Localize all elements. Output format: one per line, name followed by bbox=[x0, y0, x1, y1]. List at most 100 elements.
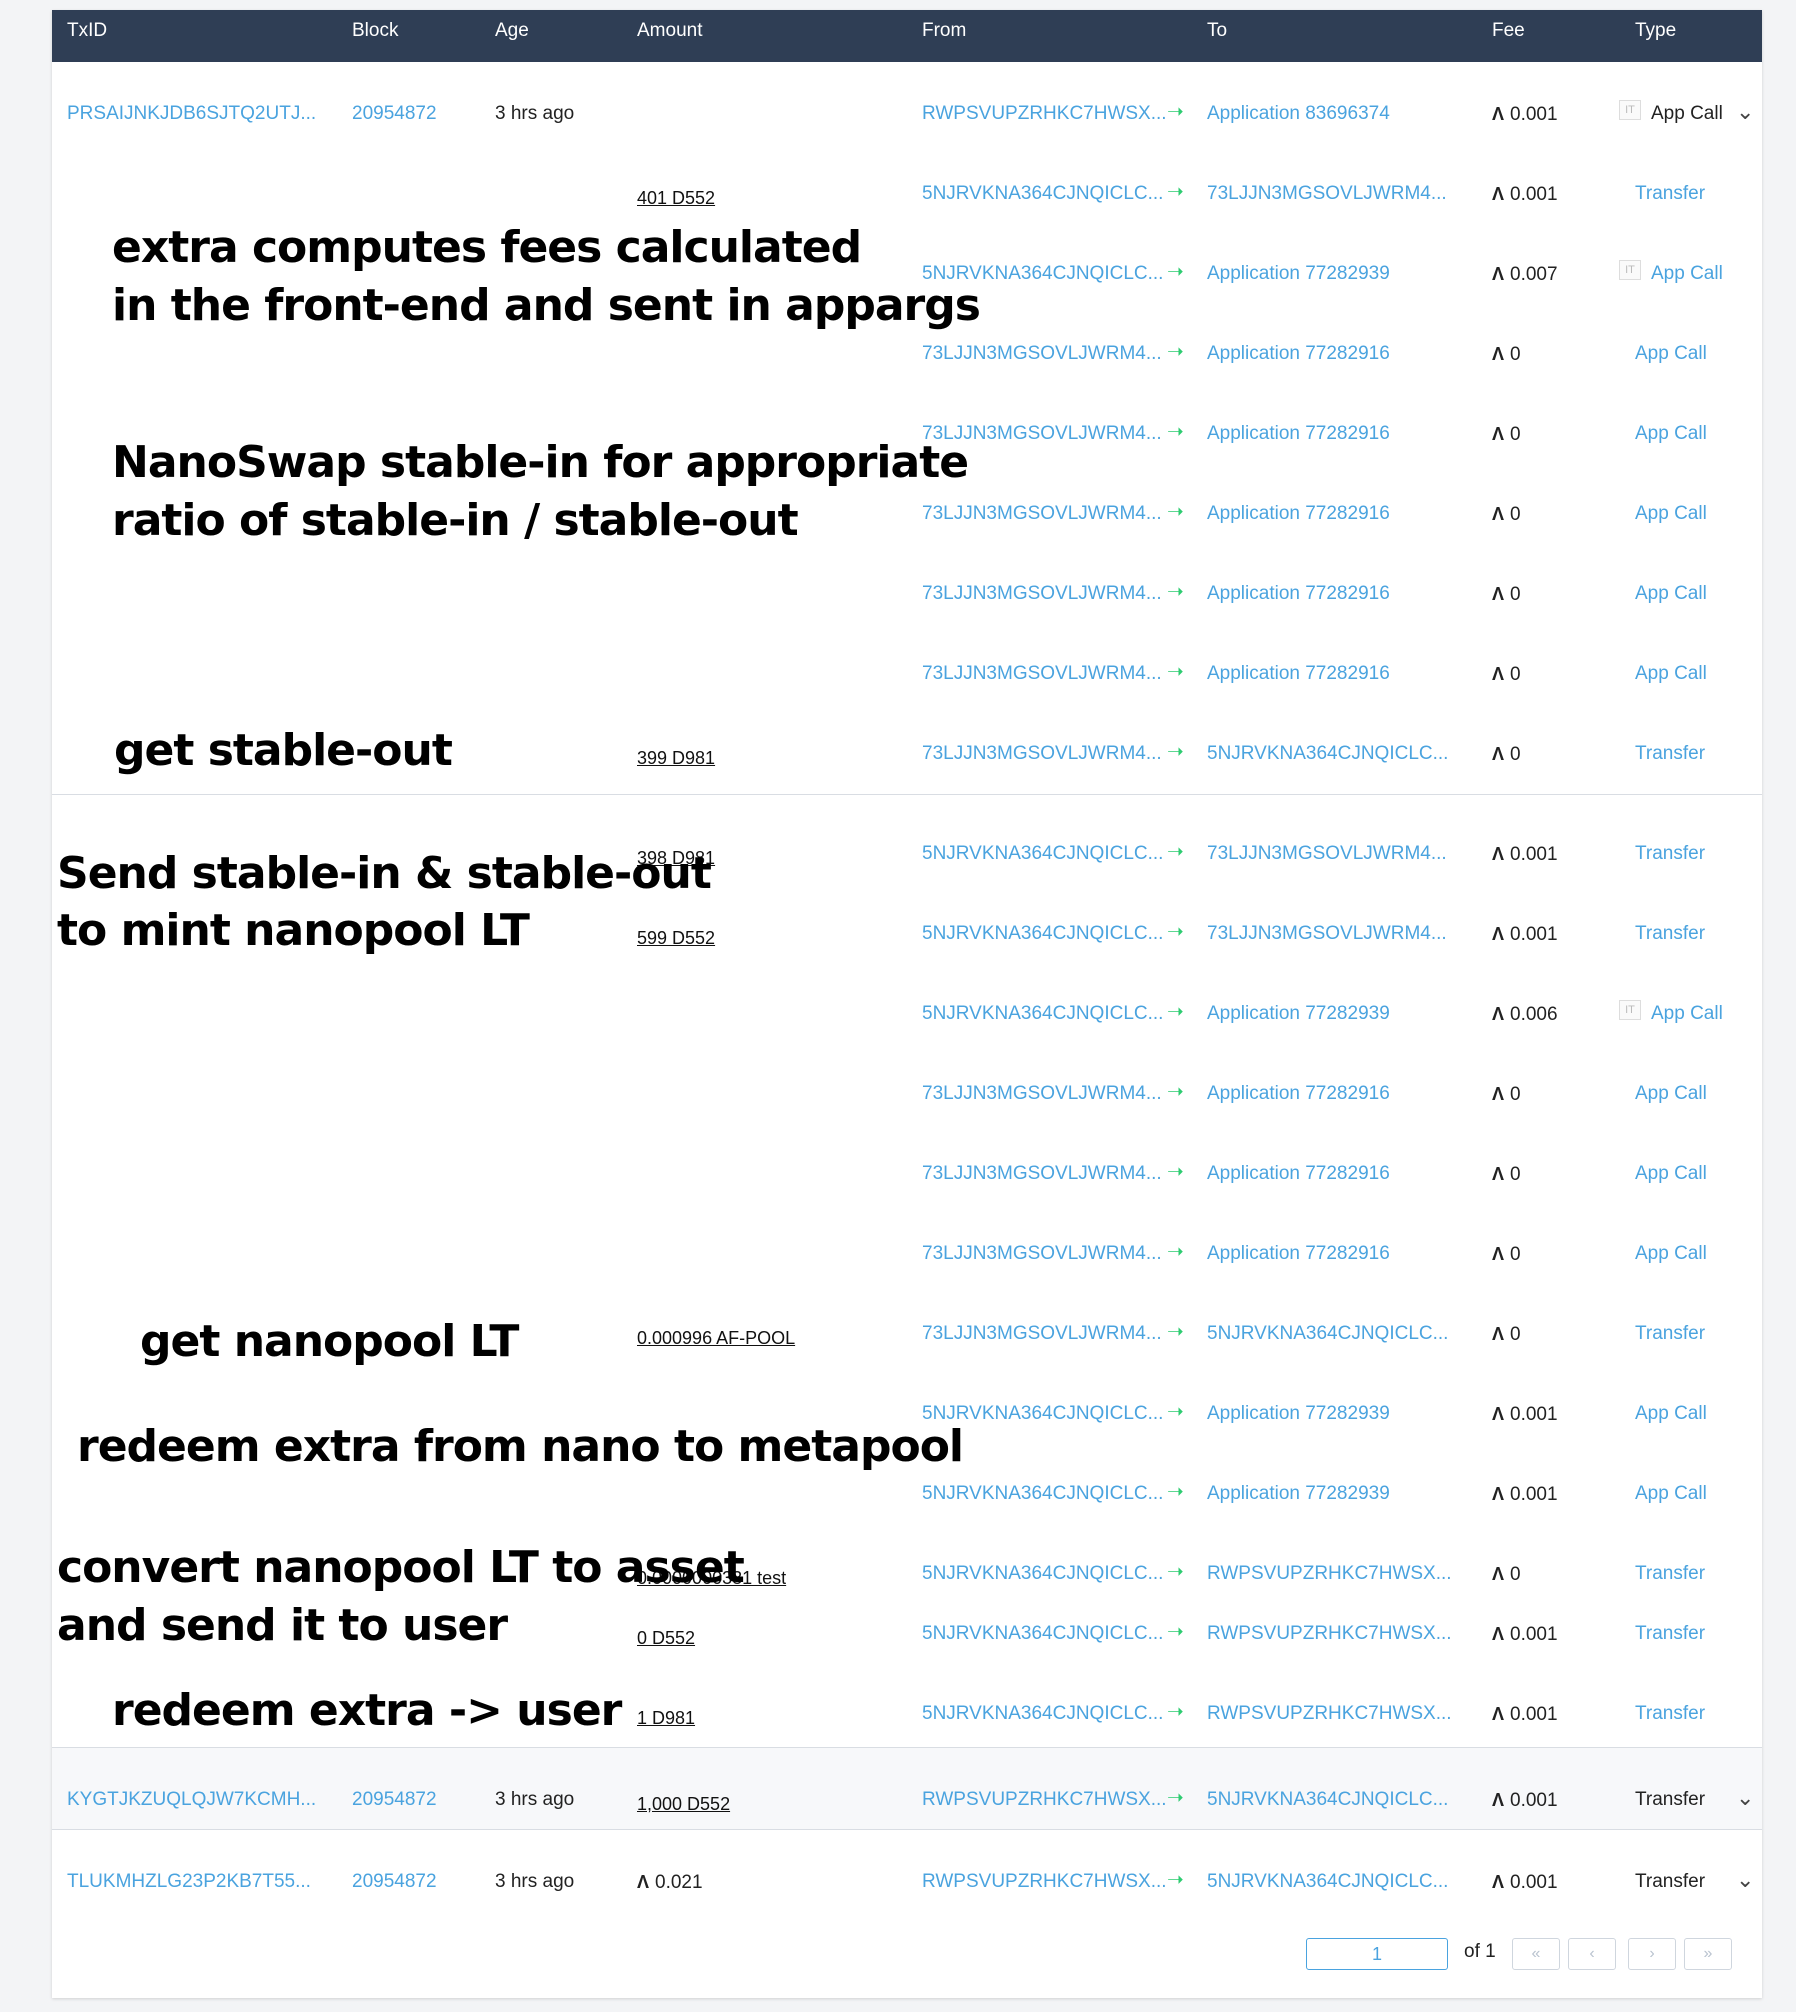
from-address-link[interactable]: 5NJRVKNA364CJNQICLC... bbox=[922, 922, 1163, 946]
from-address-link[interactable]: 73LJJN3MGSOVLJWRM4... bbox=[922, 1162, 1162, 1186]
algorand-icon: Λ bbox=[1492, 184, 1505, 204]
fee-amount: 0.001 bbox=[1510, 924, 1558, 945]
from-address-link[interactable]: 5NJRVKNA364CJNQICLC... bbox=[922, 842, 1163, 866]
to-address-link[interactable]: RWPSVUPZRHKC7HWSX... bbox=[1207, 1562, 1452, 1586]
amount-link[interactable]: 599 D552 bbox=[637, 926, 715, 950]
from-address-link[interactable]: 5NJRVKNA364CJNQICLC... bbox=[922, 1002, 1163, 1026]
amount-link[interactable]: 0.000996 AF-POOL bbox=[637, 1326, 795, 1350]
fee-value: Λ0 bbox=[1492, 1162, 1521, 1187]
to-address-link[interactable]: 73LJJN3MGSOVLJWRM4... bbox=[1207, 842, 1447, 866]
txid-link[interactable]: KYGTJKZUQLQJW7KCMH... bbox=[67, 1788, 316, 1812]
type-label: Transfer bbox=[1635, 1703, 1706, 1724]
to-address-link[interactable]: Application 77282916 bbox=[1207, 502, 1390, 526]
fee-value: Λ 0.001 bbox=[1492, 1788, 1558, 1813]
fee-value: Λ 0.001 bbox=[1492, 1870, 1558, 1895]
to-address-link[interactable]: Application 77282939 bbox=[1207, 262, 1390, 286]
to-address-link[interactable]: RWPSVUPZRHKC7HWSX... bbox=[1207, 1702, 1452, 1726]
to-address-link[interactable]: 73LJJN3MGSOVLJWRM4... bbox=[1207, 182, 1447, 206]
from-address-link[interactable]: RWPSVUPZRHKC7HWSX... bbox=[922, 102, 1167, 126]
type-label: App Call bbox=[1635, 1243, 1707, 1264]
age-text: 3 hrs ago bbox=[495, 1871, 575, 1892]
from-address-link[interactable]: 73LJJN3MGSOVLJWRM4... bbox=[922, 742, 1162, 766]
inner-txn-icon: IT bbox=[1619, 260, 1641, 280]
to-address-link[interactable]: Application 77282916 bbox=[1207, 1082, 1390, 1106]
to-address-link[interactable]: Application 77282916 bbox=[1207, 342, 1390, 366]
to-address-link[interactable]: Application 77282916 bbox=[1207, 1162, 1390, 1186]
right-arrow-icon: ➝ bbox=[1167, 1561, 1184, 1583]
fee-value: Λ0 bbox=[1492, 1562, 1521, 1587]
type-label: App Call bbox=[1651, 1003, 1723, 1024]
next-page-button[interactable]: › bbox=[1628, 1938, 1676, 1970]
from-address-link[interactable]: 5NJRVKNA364CJNQICLC... bbox=[922, 1622, 1163, 1646]
chevron-down-icon[interactable]: ⌄ bbox=[1736, 1869, 1754, 1891]
right-arrow-icon: ➝ bbox=[1167, 1401, 1184, 1423]
fee-value: Λ 0.001 bbox=[1492, 1402, 1558, 1427]
from-address-link[interactable]: 73LJJN3MGSOVLJWRM4... bbox=[922, 1082, 1162, 1106]
from-address-link[interactable]: 73LJJN3MGSOVLJWRM4... bbox=[922, 342, 1162, 366]
annotation-text: extra computes fees calculated bbox=[112, 222, 862, 273]
right-arrow-icon: ➝ bbox=[1167, 1241, 1184, 1263]
page-number-input[interactable]: 1 bbox=[1306, 1938, 1448, 1970]
fee-value: Λ0 bbox=[1492, 582, 1521, 607]
fee-value: Λ 0.001 bbox=[1492, 102, 1558, 127]
amount-link[interactable]: 399 D981 bbox=[637, 746, 715, 770]
from-address-link[interactable]: RWPSVUPZRHKC7HWSX... bbox=[922, 1870, 1167, 1894]
to-address-link[interactable]: 5NJRVKNA364CJNQICLC... bbox=[1207, 1870, 1448, 1894]
to-address-link[interactable]: 5NJRVKNA364CJNQICLC... bbox=[1207, 1322, 1448, 1346]
from-address-link[interactable]: 73LJJN3MGSOVLJWRM4... bbox=[922, 502, 1162, 526]
type-label: App Call bbox=[1635, 1403, 1707, 1424]
fee-amount: 0 bbox=[1510, 1164, 1521, 1185]
amount-link[interactable]: 0 D552 bbox=[637, 1626, 695, 1650]
to-address-link[interactable]: Application 77282939 bbox=[1207, 1402, 1390, 1426]
type-label: Transfer bbox=[1635, 743, 1706, 764]
annotation-text: in the front-end and sent in appargs bbox=[112, 280, 981, 331]
txid-link[interactable]: PRSAIJNKJDB6SJTQ2UTJ... bbox=[67, 102, 316, 126]
from-address-link[interactable]: 5NJRVKNA364CJNQICLC... bbox=[922, 1562, 1163, 1586]
block-link[interactable]: 20954872 bbox=[352, 1788, 437, 1812]
algorand-icon: Λ bbox=[1492, 504, 1505, 524]
chevron-down-icon[interactable]: ⌄ bbox=[1736, 1787, 1754, 1809]
type-label: Transfer bbox=[1635, 843, 1706, 864]
from-address-link[interactable]: 73LJJN3MGSOVLJWRM4... bbox=[922, 662, 1162, 686]
chevron-down-icon[interactable]: ⌄ bbox=[1736, 101, 1754, 123]
annotation-text: get stable-out bbox=[114, 725, 453, 776]
amount-link[interactable]: 1 D981 bbox=[637, 1706, 695, 1730]
from-address-link[interactable]: 73LJJN3MGSOVLJWRM4... bbox=[922, 1322, 1162, 1346]
amount-link[interactable]: 1,000 D552 bbox=[637, 1792, 730, 1816]
type-label: App Call bbox=[1635, 503, 1707, 524]
from-address-link[interactable]: 5NJRVKNA364CJNQICLC... bbox=[922, 182, 1163, 206]
to-address-link[interactable]: Application 77282916 bbox=[1207, 582, 1390, 606]
to-address-link[interactable]: Application 77282939 bbox=[1207, 1482, 1390, 1506]
to-address-link[interactable]: 5NJRVKNA364CJNQICLC... bbox=[1207, 742, 1448, 766]
to-address-link[interactable]: Application 77282916 bbox=[1207, 1242, 1390, 1266]
to-address-link[interactable]: 5NJRVKNA364CJNQICLC... bbox=[1207, 1788, 1448, 1812]
txid-link[interactable]: TLUKMHZLG23P2KB7T55... bbox=[67, 1870, 311, 1894]
to-address-link[interactable]: Application 77282939 bbox=[1207, 1002, 1390, 1026]
right-arrow-icon: ➝ bbox=[1167, 501, 1184, 523]
header-fee: Fee bbox=[1492, 20, 1525, 41]
block-link[interactable]: 20954872 bbox=[352, 102, 437, 126]
fee-value: Λ 0.001 bbox=[1492, 842, 1558, 867]
from-address-link[interactable]: 5NJRVKNA364CJNQICLC... bbox=[922, 1482, 1163, 1506]
block-link[interactable]: 20954872 bbox=[352, 1870, 437, 1894]
to-address-link[interactable]: Application 83696374 bbox=[1207, 102, 1390, 126]
row-divider bbox=[52, 1829, 1762, 1830]
to-address-link[interactable]: Application 77282916 bbox=[1207, 422, 1390, 446]
from-address-link[interactable]: 5NJRVKNA364CJNQICLC... bbox=[922, 1702, 1163, 1726]
last-page-button[interactable]: » bbox=[1684, 1938, 1732, 1970]
to-address-link[interactable]: 73LJJN3MGSOVLJWRM4... bbox=[1207, 922, 1447, 946]
prev-page-button[interactable]: ‹ bbox=[1568, 1938, 1616, 1970]
to-address-link[interactable]: Application 77282916 bbox=[1207, 662, 1390, 686]
to-address-link[interactable]: RWPSVUPZRHKC7HWSX... bbox=[1207, 1622, 1452, 1646]
first-page-button[interactable]: « bbox=[1512, 1938, 1560, 1970]
from-address-link[interactable]: 73LJJN3MGSOVLJWRM4... bbox=[922, 1242, 1162, 1266]
right-arrow-icon: ➝ bbox=[1167, 1869, 1184, 1891]
right-arrow-icon: ➝ bbox=[1167, 1481, 1184, 1503]
from-address-link[interactable]: RWPSVUPZRHKC7HWSX... bbox=[922, 1788, 1167, 1812]
from-address-link[interactable]: 73LJJN3MGSOVLJWRM4... bbox=[922, 582, 1162, 606]
amount-link[interactable]: 401 D552 bbox=[637, 186, 715, 210]
fee-amount: 0 bbox=[1510, 1564, 1521, 1585]
fee-value: Λ0 bbox=[1492, 502, 1521, 527]
algorand-icon: Λ bbox=[1492, 1872, 1505, 1892]
right-arrow-icon: ➝ bbox=[1167, 661, 1184, 683]
